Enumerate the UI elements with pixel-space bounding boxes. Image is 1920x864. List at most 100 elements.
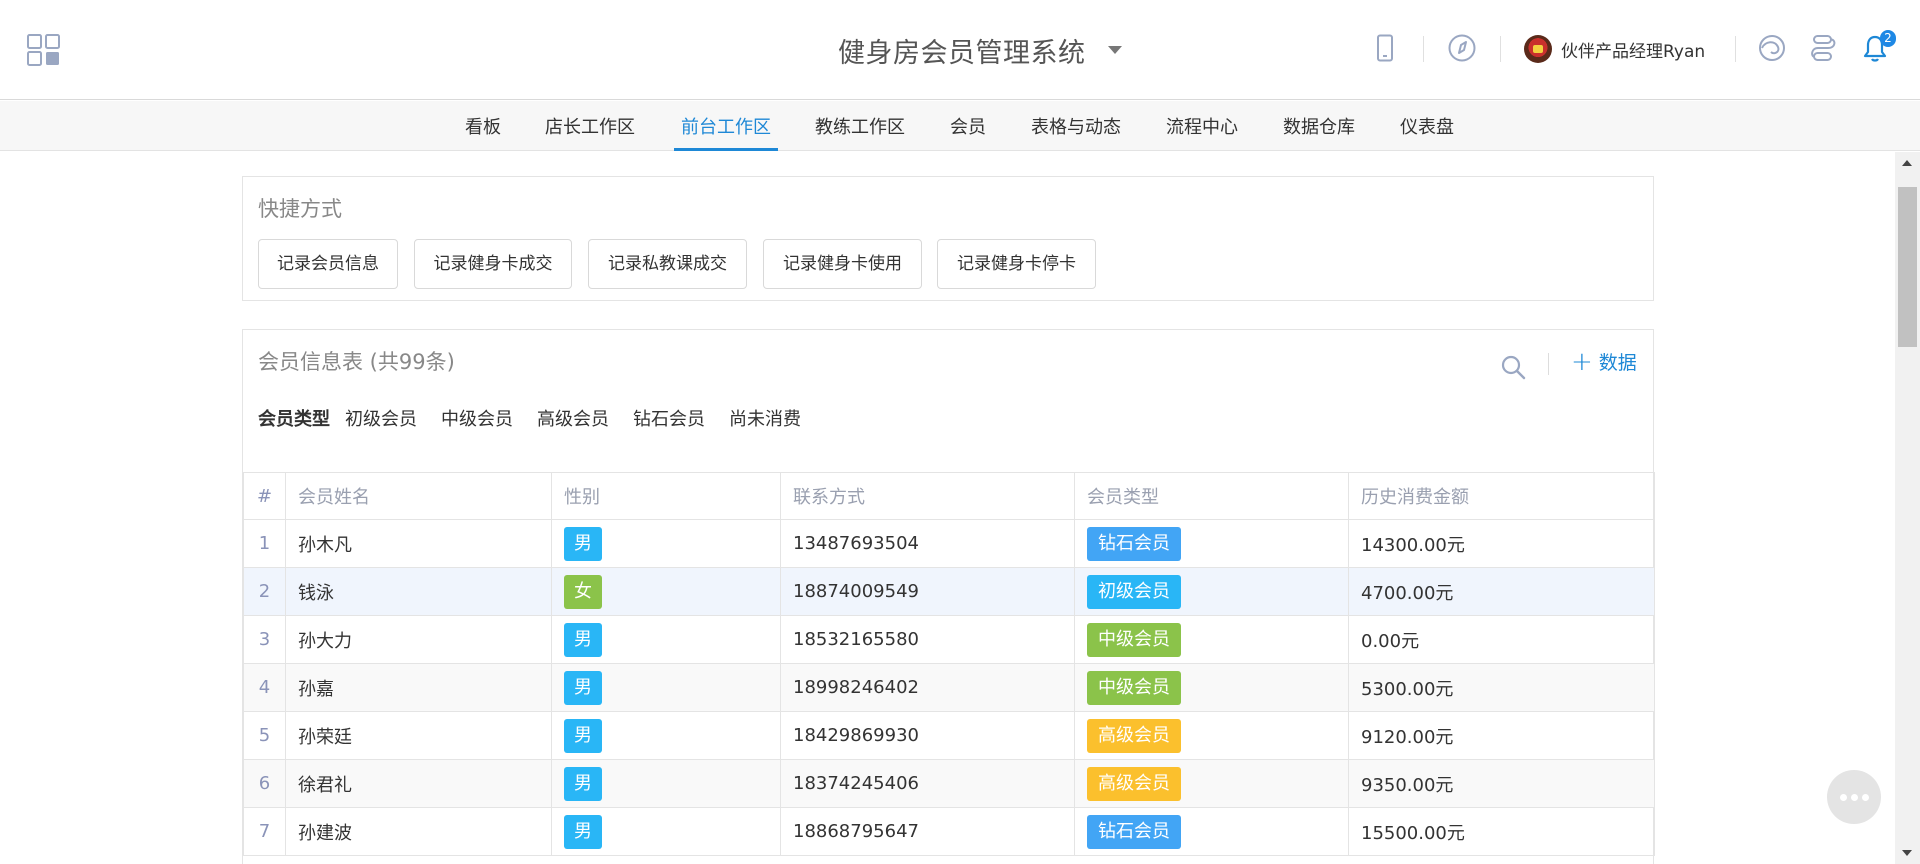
filter-option-no-consumption[interactable]: 尚未消费 bbox=[729, 405, 801, 431]
history-amount: 15500.00元 bbox=[1348, 807, 1655, 856]
column-header-index[interactable]: # bbox=[243, 472, 286, 520]
column-header-phone[interactable]: 联系方式 bbox=[780, 472, 1075, 520]
column-header-name[interactable]: 会员姓名 bbox=[285, 472, 552, 520]
member-type-tag: 钻石会员 bbox=[1087, 526, 1181, 561]
shortcuts-card: 快捷方式 记录会员信息 记录健身卡成交 记录私教课成交 记录健身卡使用 记录健身… bbox=[242, 176, 1654, 301]
mobile-icon[interactable] bbox=[1370, 33, 1400, 63]
member-table: # 会员姓名 性别 联系方式 会员类型 历史消费金额 1 孙木凡男 13487693… bbox=[243, 472, 1655, 856]
workflow-icon[interactable] bbox=[1808, 33, 1838, 63]
member-type-cell: 初级会员 bbox=[1074, 567, 1349, 616]
member-name: 孙建波 bbox=[285, 807, 552, 856]
tab-tables-activity[interactable]: 表格与动态 bbox=[1031, 101, 1121, 151]
history-amount: 9350.00元 bbox=[1348, 759, 1655, 808]
filter-option-diamond[interactable]: 钻石会员 bbox=[633, 405, 705, 431]
toolbar-divider bbox=[1548, 353, 1549, 375]
gender-cell: 男 bbox=[551, 711, 781, 760]
filter-label: 会员类型 bbox=[258, 409, 330, 430]
tab-coach-workspace[interactable]: 教练工作区 bbox=[815, 101, 905, 151]
apps-grid-icon[interactable] bbox=[27, 34, 60, 66]
member-type-cell: 钻石会员 bbox=[1074, 807, 1349, 856]
dot-icon bbox=[1839, 793, 1847, 801]
row-index: 4 bbox=[243, 663, 286, 712]
member-type-cell: 钻石会员 bbox=[1074, 519, 1349, 568]
tab-dashboard[interactable]: 看板 bbox=[465, 101, 501, 151]
member-name: 孙嘉 bbox=[285, 663, 552, 712]
member-name: 孙大力 bbox=[285, 615, 552, 664]
filter-option-senior[interactable]: 高级会员 bbox=[537, 405, 609, 431]
gender-cell: 男 bbox=[551, 663, 781, 712]
app-title-dropdown[interactable]: 健身房会员管理系统 bbox=[838, 30, 1122, 70]
member-table-card: 会员信息表 (共99条) + 数据 会员类型 初级会员 中级会员 高级会员 钻石… bbox=[242, 329, 1655, 864]
help-swirl-icon[interactable] bbox=[1757, 33, 1787, 63]
row-index: 5 bbox=[243, 711, 286, 760]
member-name: 徐君礼 bbox=[285, 759, 552, 808]
history-amount: 9120.00元 bbox=[1348, 711, 1655, 760]
row-index: 7 bbox=[243, 807, 286, 856]
avatar bbox=[1524, 35, 1552, 63]
gender-cell: 男 bbox=[551, 519, 781, 568]
gender-tag: 男 bbox=[564, 766, 602, 801]
row-index: 3 bbox=[243, 615, 286, 664]
record-card-suspend-button[interactable]: 记录健身卡停卡 bbox=[937, 239, 1096, 289]
gender-cell: 男 bbox=[551, 759, 781, 808]
table-row[interactable]: 3 孙大力男 18532165580 中级会员 0.00元 bbox=[243, 615, 1655, 664]
dot-icon bbox=[1850, 793, 1858, 801]
member-phone: 13487693504 bbox=[780, 519, 1075, 568]
table-row[interactable]: 5 孙荣廷男 18429869930 高级会员 9120.00元 bbox=[243, 711, 1655, 760]
table-row[interactable]: 7 孙建波男 18868795647 钻石会员 15500.00元 bbox=[243, 807, 1655, 856]
tab-members[interactable]: 会员 bbox=[950, 101, 986, 151]
filter-option-junior[interactable]: 初级会员 bbox=[345, 405, 417, 431]
record-private-class-deal-button[interactable]: 记录私教课成交 bbox=[588, 239, 747, 289]
member-type-cell: 高级会员 bbox=[1074, 759, 1349, 808]
member-type-filter: 会员类型 初级会员 中级会员 高级会员 钻石会员 尚未消费 bbox=[258, 405, 825, 431]
member-phone: 18374245406 bbox=[780, 759, 1075, 808]
table-row[interactable]: 2 钱泳女 18874009549 初级会员 4700.00元 bbox=[243, 567, 1655, 616]
history-amount: 14300.00元 bbox=[1348, 519, 1655, 568]
member-phone: 18874009549 bbox=[780, 567, 1075, 616]
tab-manager-workspace[interactable]: 店长工作区 bbox=[545, 101, 635, 151]
tab-front-desk-workspace[interactable]: 前台工作区 bbox=[674, 101, 778, 151]
member-type-cell: 中级会员 bbox=[1074, 663, 1349, 712]
tab-data-warehouse[interactable]: 数据仓库 bbox=[1283, 101, 1355, 151]
row-index: 1 bbox=[243, 519, 286, 568]
header-divider bbox=[1423, 36, 1424, 62]
compass-icon[interactable] bbox=[1447, 33, 1477, 63]
gender-tag: 男 bbox=[564, 670, 602, 705]
scroll-down-arrow-icon[interactable] bbox=[1902, 850, 1912, 856]
history-amount: 0.00元 bbox=[1348, 615, 1655, 664]
member-type-tag: 初级会员 bbox=[1087, 574, 1181, 609]
add-data-button[interactable]: + 数据 bbox=[1571, 348, 1637, 375]
record-member-info-button[interactable]: 记录会员信息 bbox=[258, 239, 398, 289]
plus-icon: + bbox=[1571, 346, 1593, 377]
tab-process-center[interactable]: 流程中心 bbox=[1166, 101, 1238, 151]
column-header-member-type[interactable]: 会员类型 bbox=[1074, 472, 1349, 520]
table-row[interactable]: 4 孙嘉男 18998246402 中级会员 5300.00元 bbox=[243, 663, 1655, 712]
member-phone: 18532165580 bbox=[780, 615, 1075, 664]
tab-dashboard-panel[interactable]: 仪表盘 bbox=[1400, 101, 1454, 151]
member-table-body: 1 孙木凡男 13487693504 钻石会员 14300.00元 2 钱泳女 1887400… bbox=[243, 519, 1655, 856]
record-card-usage-button[interactable]: 记录健身卡使用 bbox=[763, 239, 922, 289]
column-header-gender[interactable]: 性别 bbox=[551, 472, 781, 520]
user-menu[interactable]: 伙伴产品经理Ryan bbox=[1524, 33, 1705, 65]
member-phone: 18429869930 bbox=[780, 711, 1075, 760]
scroll-up-arrow-icon[interactable] bbox=[1902, 160, 1912, 166]
shortcuts-title: 快捷方式 bbox=[258, 197, 342, 221]
more-actions-button[interactable] bbox=[1827, 770, 1881, 824]
member-name: 孙荣廷 bbox=[285, 711, 552, 760]
gender-tag: 男 bbox=[564, 814, 602, 849]
record-card-deal-button[interactable]: 记录健身卡成交 bbox=[414, 239, 572, 289]
member-name: 钱泳 bbox=[285, 567, 552, 616]
top-header: 健身房会员管理系统 伙伴产品经理Ryan 2 bbox=[0, 0, 1920, 100]
table-row[interactable]: 6 徐君礼男 18374245406 高级会员 9350.00元 bbox=[243, 759, 1655, 808]
table-header-row: # 会员姓名 性别 联系方式 会员类型 历史消费金额 bbox=[243, 472, 1655, 520]
scroll-thumb[interactable] bbox=[1898, 187, 1917, 347]
search-icon[interactable] bbox=[1499, 353, 1527, 381]
column-header-amount[interactable]: 历史消费金额 bbox=[1348, 472, 1655, 520]
filter-option-middle[interactable]: 中级会员 bbox=[441, 405, 513, 431]
page-scrollbar[interactable] bbox=[1895, 152, 1920, 864]
gender-cell: 女 bbox=[551, 567, 781, 616]
history-amount: 4700.00元 bbox=[1348, 567, 1655, 616]
table-row[interactable]: 1 孙木凡男 13487693504 钻石会员 14300.00元 bbox=[243, 519, 1655, 568]
member-type-cell: 高级会员 bbox=[1074, 711, 1349, 760]
user-name: 伙伴产品经理Ryan bbox=[1561, 41, 1706, 62]
